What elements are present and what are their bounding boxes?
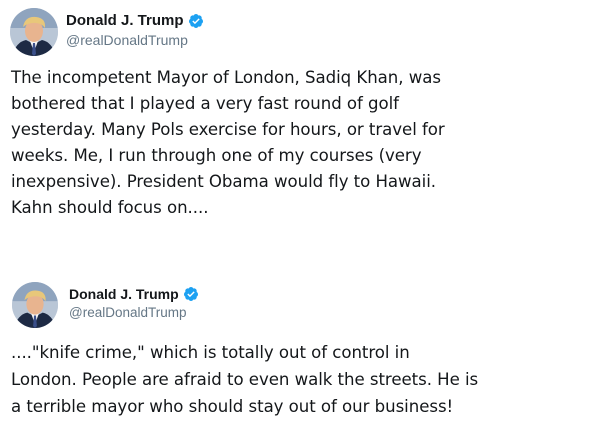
tweet-author[interactable]: Donald J. Trump @realDonaldTrump (69, 285, 199, 322)
verified-badge-icon (188, 13, 204, 29)
author-handle[interactable]: @realDonaldTrump (69, 304, 199, 322)
author-display-name[interactable]: Donald J. Trump (66, 11, 184, 30)
tweet-author[interactable]: Donald J. Trump @realDonaldTrump (66, 11, 204, 50)
verified-badge-icon (183, 286, 199, 302)
tweet-text: The incompetent Mayor of London, Sadiq K… (11, 68, 445, 217)
avatar-portrait-icon (12, 282, 58, 328)
avatar[interactable] (10, 8, 58, 56)
avatar[interactable] (12, 282, 58, 328)
author-display-name[interactable]: Donald J. Trump (69, 285, 179, 303)
author-handle[interactable]: @realDonaldTrump (66, 31, 204, 50)
author-name-row: Donald J. Trump (66, 11, 204, 30)
tweet: Donald J. Trump @realDonaldTrump The inc… (0, 0, 598, 262)
tweet-text: ...."knife crime," which is totally out … (11, 343, 479, 416)
author-name-row: Donald J. Trump (69, 285, 199, 303)
tweet: Donald J. Trump @realDonaldTrump ...."kn… (0, 268, 598, 444)
avatar-portrait-icon (10, 8, 58, 56)
